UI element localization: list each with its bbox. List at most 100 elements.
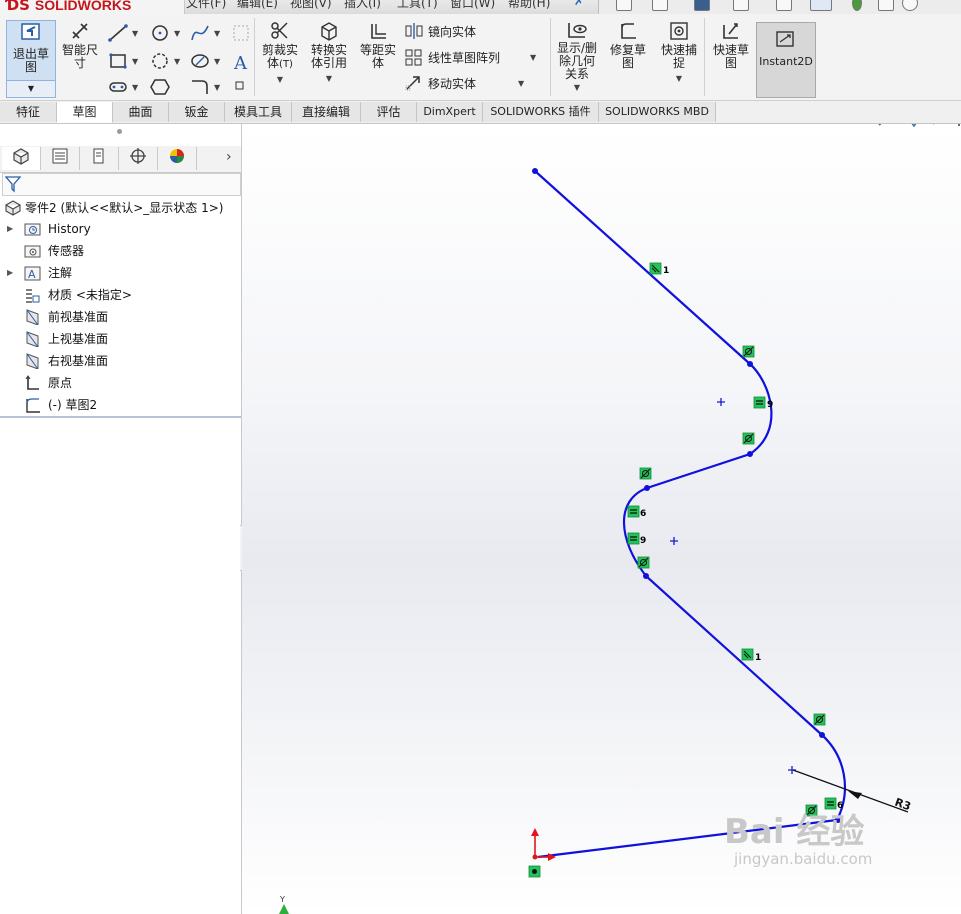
tab-surfaces[interactable]: 曲面	[113, 102, 169, 122]
save-icon[interactable]	[694, 0, 710, 11]
circle-dropdown-icon[interactable]: ▼	[174, 29, 180, 38]
hexagon-tool[interactable]	[150, 78, 170, 96]
panel-grip[interactable]	[117, 129, 122, 134]
file-properties-icon[interactable]	[878, 0, 894, 11]
configuration-manager-tab[interactable]	[80, 147, 119, 170]
rapid-sketch-button[interactable]: 快速草 图	[708, 20, 754, 70]
relation-badge-equal[interactable]: 6	[824, 797, 843, 811]
quick-snaps-label: 快速捕 捉	[660, 43, 697, 70]
show-delete-relations-button[interactable]: 显示/删 除几何 关系 ▼	[554, 20, 600, 94]
trim-entities-button[interactable]: 剪裁实 体(T) ▼	[258, 20, 302, 86]
pin-icon[interactable]: ✗	[574, 0, 584, 8]
fillet-dropdown-icon[interactable]: ▼	[214, 83, 220, 92]
dimxpert-manager-tab[interactable]	[119, 147, 158, 170]
relation-badge-parallel[interactable]: 1	[741, 648, 761, 663]
relation-badge-parallel[interactable]: 1	[649, 262, 669, 276]
line-dropdown-icon[interactable]: ▼	[132, 29, 138, 38]
fillet-tool[interactable]: ▼	[190, 78, 220, 96]
ellipse-tool[interactable]: ▼	[190, 52, 220, 70]
tab-features[interactable]: 特征	[0, 102, 57, 122]
polygon-dropdown-icon[interactable]: ▼	[132, 83, 138, 92]
slot-dropdown-icon[interactable]: ▼	[174, 57, 180, 66]
relation-badge-tangent[interactable]	[742, 345, 755, 358]
quick-snaps-button[interactable]: 快速捕 捉 ▼	[656, 20, 702, 85]
expand-arrow-icon[interactable]: ▶	[7, 219, 13, 239]
tab-evaluate[interactable]: 评估	[361, 102, 417, 122]
undo-icon[interactable]	[776, 0, 792, 11]
tab-sheet-metal[interactable]: 钣金	[169, 102, 225, 122]
display-manager-tab[interactable]	[158, 147, 197, 170]
tab-dimxpert[interactable]: DimXpert	[417, 102, 483, 122]
menu-view[interactable]: 视图(V)	[290, 0, 332, 11]
convert-dropdown-icon[interactable]: ▼	[306, 72, 352, 85]
new-doc-icon[interactable]	[616, 0, 632, 11]
pan-icon[interactable]	[904, 124, 924, 128]
convert-entities-button[interactable]: 转换实 体引用 ▼	[306, 20, 352, 85]
property-manager-tab[interactable]	[41, 147, 80, 170]
menu-tools[interactable]: 工具(T)	[397, 0, 438, 11]
instant2d-button[interactable]: Instant2D	[756, 22, 816, 98]
text-tool[interactable]: A	[232, 52, 250, 72]
relation-badge-tangent[interactable]	[637, 556, 650, 569]
sketch-points[interactable]	[532, 168, 841, 823]
relation-badge-tangent[interactable]	[639, 467, 652, 480]
sketch-canvas[interactable]: R3 1 9 6 9 1 6 Y	[242, 124, 961, 914]
tab-mold-tools[interactable]: 模具工具	[225, 102, 292, 122]
construction-geometry-tool[interactable]	[232, 24, 250, 42]
tab-direct-editing[interactable]: 直接编辑	[292, 102, 361, 122]
polygon-tool[interactable]: ▼	[108, 78, 138, 96]
arc-center-marks	[670, 398, 796, 774]
line-tool[interactable]: ▼	[108, 24, 138, 42]
tab-solidworks-addins[interactable]: SOLIDWORKS 插件	[483, 102, 599, 122]
sketch-profile[interactable]	[534, 170, 846, 859]
relation-badge-tangent[interactable]	[813, 713, 826, 726]
graphics-area[interactable]: R3 1 9 6 9 1 6 Y Bai 经验 jingyan.baidu.co…	[242, 124, 961, 914]
relation-badges[interactable]: 1 9 6 9 1 6	[528, 262, 843, 878]
move-dropdown-icon[interactable]: ▼	[518, 79, 524, 88]
mirror-entities-button[interactable]: 镜向实体	[404, 22, 476, 40]
menu-help[interactable]: 帮助(H)	[508, 0, 550, 11]
chevron-right-icon[interactable]: ›	[226, 149, 232, 165]
relation-badge-equal[interactable]: 6	[627, 505, 646, 519]
zoom-to-fit-icon[interactable]	[878, 124, 894, 126]
spline-tool[interactable]: ▼	[190, 24, 220, 42]
slot-tool[interactable]: ▼	[150, 52, 180, 70]
feature-manager-panel: › 零件2 (默认<<默认>_显示状态 1>) ▶ History 传感器 ▶ …	[0, 124, 242, 914]
menu-window[interactable]: 窗口(W)	[450, 0, 495, 11]
select-pointer-icon[interactable]	[810, 0, 832, 11]
ellipse-dropdown-icon[interactable]: ▼	[214, 57, 220, 66]
point-tool[interactable]	[234, 80, 246, 92]
print-icon[interactable]	[733, 0, 749, 11]
expand-arrow-icon[interactable]: ▶	[7, 263, 13, 283]
menu-edit[interactable]: 编辑(E)	[237, 0, 278, 11]
menu-file[interactable]: 文件(F)	[186, 0, 226, 11]
tab-sketch[interactable]: 草图	[57, 102, 113, 123]
rectangle-tool[interactable]: ▼	[108, 52, 138, 70]
linear-pattern-dropdown-icon[interactable]: ▼	[530, 53, 536, 62]
menu-insert[interactable]: 插入(I)	[344, 0, 381, 11]
quick-snaps-dropdown-icon[interactable]: ▼	[656, 72, 702, 85]
circle-tool[interactable]: ▼	[150, 24, 180, 42]
feature-tree-tab[interactable]	[2, 147, 41, 170]
relation-badge-equal[interactable]: 9	[627, 532, 646, 546]
offset-entities-button[interactable]: 等距实 体	[356, 20, 400, 70]
relation-badge-tangent[interactable]	[742, 432, 755, 445]
show-relations-dropdown-icon[interactable]: ▼	[554, 81, 600, 94]
relation-badge-coincident[interactable]	[528, 865, 541, 878]
repair-sketch-button[interactable]: 修复草 图	[606, 20, 650, 70]
offset-entities-label: 等距实 体	[359, 43, 396, 70]
tab-solidworks-mbd[interactable]: SOLIDWORKS MBD	[599, 102, 716, 122]
exit-sketch-button[interactable]: 退出草 图 ▼	[6, 20, 56, 98]
move-entities-button[interactable]: 移动实体 ▼	[404, 74, 524, 92]
open-icon[interactable]	[652, 0, 668, 11]
solidworks-logo[interactable]: ƊS SOLIDWORKS	[0, 0, 185, 14]
spline-dropdown-icon[interactable]: ▼	[214, 29, 220, 38]
tree-item-label: History	[48, 222, 91, 236]
trim-dropdown-icon[interactable]: ▼	[258, 73, 302, 86]
tree-filter[interactable]	[2, 173, 241, 196]
linear-pattern-button[interactable]: 线性草图阵列 ▼	[404, 48, 536, 66]
relation-index: 1	[755, 653, 761, 663]
rectangle-dropdown-icon[interactable]: ▼	[132, 57, 138, 66]
smart-dimension-button[interactable]: 智能尺 寸	[58, 20, 102, 70]
exit-sketch-dropdown[interactable]: ▼	[7, 80, 55, 97]
